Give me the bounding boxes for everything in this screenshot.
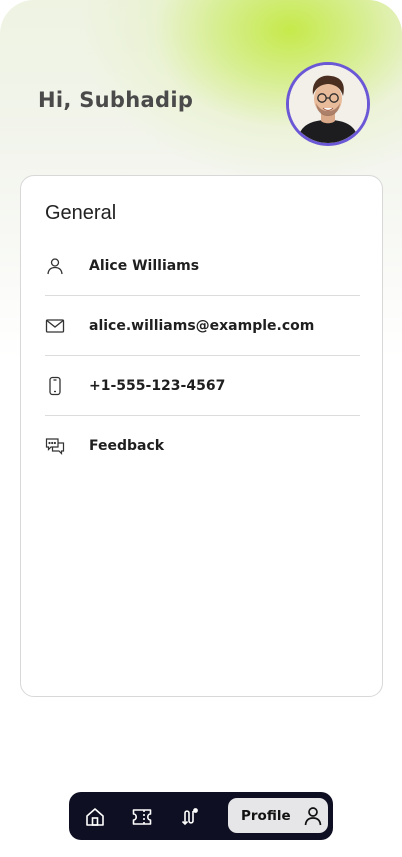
- name-label: Alice Williams: [89, 257, 200, 274]
- nav-profile[interactable]: Profile: [228, 798, 328, 833]
- home-icon: [86, 808, 104, 826]
- ticket-icon: [132, 809, 152, 825]
- nav-home[interactable]: [82, 804, 108, 830]
- general-card: General Alice Williams alice.williams@ex…: [20, 175, 383, 697]
- row-name[interactable]: Alice Williams: [45, 236, 360, 296]
- email-label: alice.williams@example.com: [89, 317, 315, 334]
- mail-icon: [45, 316, 65, 336]
- chat-feedback-icon: [45, 436, 65, 456]
- row-phone[interactable]: +1-555-123-4567: [45, 356, 360, 416]
- route-icon: [181, 808, 198, 826]
- phone-icon: [45, 376, 65, 396]
- user-avatar-photo-icon: [289, 65, 367, 143]
- greeting-title: Hi, Subhadip: [38, 88, 194, 112]
- person-icon: [45, 256, 65, 276]
- nav-profile-label: Profile: [241, 807, 291, 824]
- feedback-label: Feedback: [89, 438, 165, 454]
- nav-tickets[interactable]: [129, 804, 155, 830]
- card-title: General: [45, 202, 117, 224]
- row-feedback[interactable]: Feedback: [45, 416, 360, 476]
- row-email[interactable]: alice.williams@example.com: [45, 296, 360, 356]
- profile-icon: [302, 805, 324, 827]
- bottom-nav-bar: Profile: [69, 792, 333, 840]
- nav-route[interactable]: [177, 804, 203, 830]
- avatar[interactable]: [286, 62, 370, 146]
- profile-screen: Hi, Subhadip General Alice Williams alic…: [0, 0, 402, 857]
- phone-label: +1-555-123-4567: [89, 377, 226, 394]
